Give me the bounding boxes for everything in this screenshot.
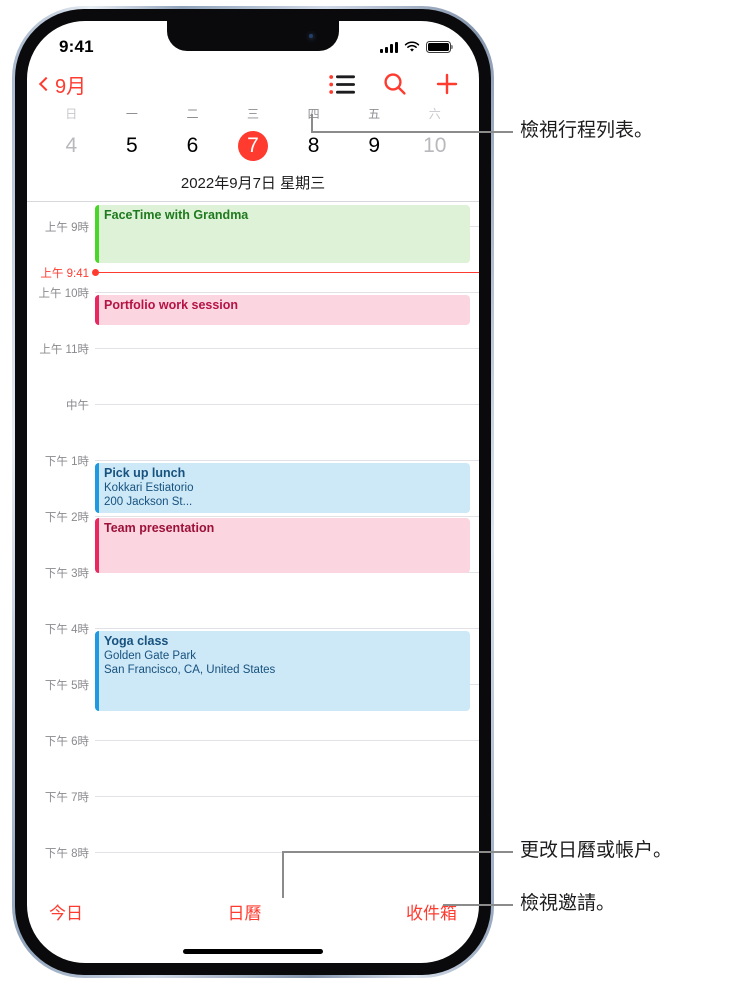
hour-label: 下午 7時 bbox=[44, 792, 89, 804]
hour-label: 下午 5時 bbox=[44, 680, 89, 692]
hour-label: 下午 1時 bbox=[44, 456, 89, 468]
status-bar-icons bbox=[380, 41, 454, 53]
event-color-bar bbox=[95, 631, 99, 711]
hour-label: 上午 10時 bbox=[38, 288, 90, 300]
event-color-bar bbox=[95, 463, 99, 513]
home-indicator[interactable] bbox=[183, 949, 323, 954]
callout-inbox: 檢視邀請。 bbox=[520, 893, 616, 914]
tab-today[interactable]: 今日 bbox=[49, 899, 83, 924]
date-cell-10[interactable]: 10 bbox=[404, 131, 465, 161]
callout-leader-inbox-horizontal bbox=[443, 904, 513, 906]
cellular-signal-icon bbox=[380, 41, 398, 53]
battery-icon bbox=[426, 41, 454, 53]
event-detail-line: Kokkari Estiatorio bbox=[104, 482, 194, 494]
weekday-label-fri: 五 bbox=[368, 107, 381, 121]
event-detail-line: San Francisco, CA, United States bbox=[104, 664, 276, 676]
event-title: Team presentation bbox=[104, 521, 215, 535]
weekday-label-sat: 六 bbox=[428, 107, 441, 121]
event-color-bar bbox=[95, 205, 99, 263]
hour-gridline bbox=[95, 460, 479, 461]
callout-calendars: 更改日曆或帳户。 bbox=[520, 840, 673, 861]
hour-gridline bbox=[95, 628, 479, 629]
event-title: Pick up lunch bbox=[104, 466, 186, 480]
back-button-label: 9月 bbox=[55, 75, 87, 98]
hour-gridline bbox=[95, 292, 479, 293]
callout-list-view: 檢視行程列表。 bbox=[520, 120, 654, 141]
event-detail-line: 200 Jackson St... bbox=[104, 496, 193, 508]
status-bar-time: 9:41 bbox=[59, 37, 94, 56]
current-time-label: 上午 9:41 bbox=[40, 268, 89, 280]
event-title: FaceTime with Grandma bbox=[104, 208, 249, 222]
event-color-bar bbox=[95, 518, 99, 573]
search-icon bbox=[384, 73, 406, 95]
selected-day-title: 2022年9月7日 星期三 bbox=[180, 175, 326, 192]
add-event-button[interactable] bbox=[435, 72, 459, 96]
date-cell-9[interactable]: 9 bbox=[344, 131, 405, 161]
plus-icon bbox=[436, 73, 458, 95]
hour-label: 下午 6時 bbox=[44, 736, 89, 748]
weekday-label-thu: 四 bbox=[307, 107, 320, 121]
hour-gridline bbox=[95, 404, 479, 405]
chevron-left-icon bbox=[38, 76, 54, 92]
event-facetime-with-grandma[interactable]: FaceTime with Grandma bbox=[95, 205, 470, 263]
phone-screen: 9:41 9月 日 一 二 三 四 五 六 4 5 6 7 8 9 10 202… bbox=[27, 21, 479, 963]
event-color-bar bbox=[95, 295, 99, 325]
day-timeline-grid[interactable]: 上午 9時上午 10時 上午 11時中午下午 1時下午 2時下午 3時下午 4時下… bbox=[27, 202, 479, 860]
date-cell-7-selected[interactable]: 7 bbox=[223, 131, 284, 161]
hour-gridline bbox=[95, 348, 479, 349]
hour-label: 上午 9時 bbox=[44, 222, 89, 234]
callout-leader-calendars-horizontal bbox=[282, 851, 513, 853]
week-dates-row: 4 5 6 7 8 9 10 bbox=[27, 128, 479, 164]
weekday-label-wed: 三 bbox=[247, 107, 260, 121]
callout-leader-list-view-horizontal bbox=[311, 131, 513, 133]
hour-label: 上午 11時 bbox=[39, 344, 89, 356]
date-cell-5[interactable]: 5 bbox=[102, 131, 163, 161]
wifi-icon bbox=[404, 41, 420, 52]
navigation-bar: 9月 bbox=[27, 65, 479, 105]
hour-label: 中午 bbox=[66, 400, 89, 412]
event-pick-up-lunch[interactable]: Pick up lunch Kokkari Estiatorio 200 Jacks… bbox=[95, 463, 470, 513]
hour-label: 下午 4時 bbox=[44, 624, 89, 636]
screenshot-stage: 9:41 9月 日 一 二 三 四 五 六 4 5 6 7 8 9 10 202… bbox=[0, 0, 755, 990]
hour-label: 下午 8時 bbox=[44, 848, 89, 860]
hour-gridline bbox=[95, 740, 479, 741]
hour-gridline bbox=[95, 516, 479, 517]
current-time-line bbox=[98, 271, 479, 273]
date-cell-6[interactable]: 6 bbox=[162, 131, 223, 161]
hour-gridline bbox=[95, 796, 479, 797]
status-bar: 9:41 bbox=[27, 21, 479, 65]
weekday-label-mon: 一 bbox=[125, 107, 138, 121]
hour-label: 下午 3時 bbox=[44, 568, 89, 580]
weekday-label-sun: 日 bbox=[65, 107, 78, 121]
event-detail-line: Golden Gate Park bbox=[104, 650, 197, 662]
event-yoga-class[interactable]: Yoga class Golden Gate Park San Francisco,… bbox=[95, 631, 470, 711]
hour-label: 下午 2時 bbox=[44, 512, 89, 524]
weekday-header-row: 日 一 二 三 四 五 六 bbox=[27, 105, 479, 128]
event-team-presentation[interactable]: Team presentation bbox=[95, 518, 470, 573]
list-bullet-icon bbox=[329, 74, 355, 94]
tab-calendars[interactable]: 日曆 bbox=[228, 899, 262, 924]
event-title: Portfolio work session bbox=[104, 298, 239, 312]
navigation-actions bbox=[329, 72, 459, 96]
search-button[interactable] bbox=[383, 72, 407, 96]
list-view-button[interactable] bbox=[329, 74, 355, 95]
callout-leader-calendars-vertical bbox=[282, 851, 284, 898]
event-title: Yoga class bbox=[104, 634, 169, 648]
tab-inbox[interactable]: 收件箱 bbox=[406, 899, 457, 924]
weekday-label-tue: 二 bbox=[186, 107, 199, 121]
event-portfolio-work-session[interactable]: Portfolio work session bbox=[95, 295, 470, 325]
back-to-month-button[interactable]: 9月 bbox=[38, 70, 87, 99]
date-cell-4[interactable]: 4 bbox=[41, 131, 102, 161]
date-cell-8[interactable]: 8 bbox=[283, 131, 344, 161]
